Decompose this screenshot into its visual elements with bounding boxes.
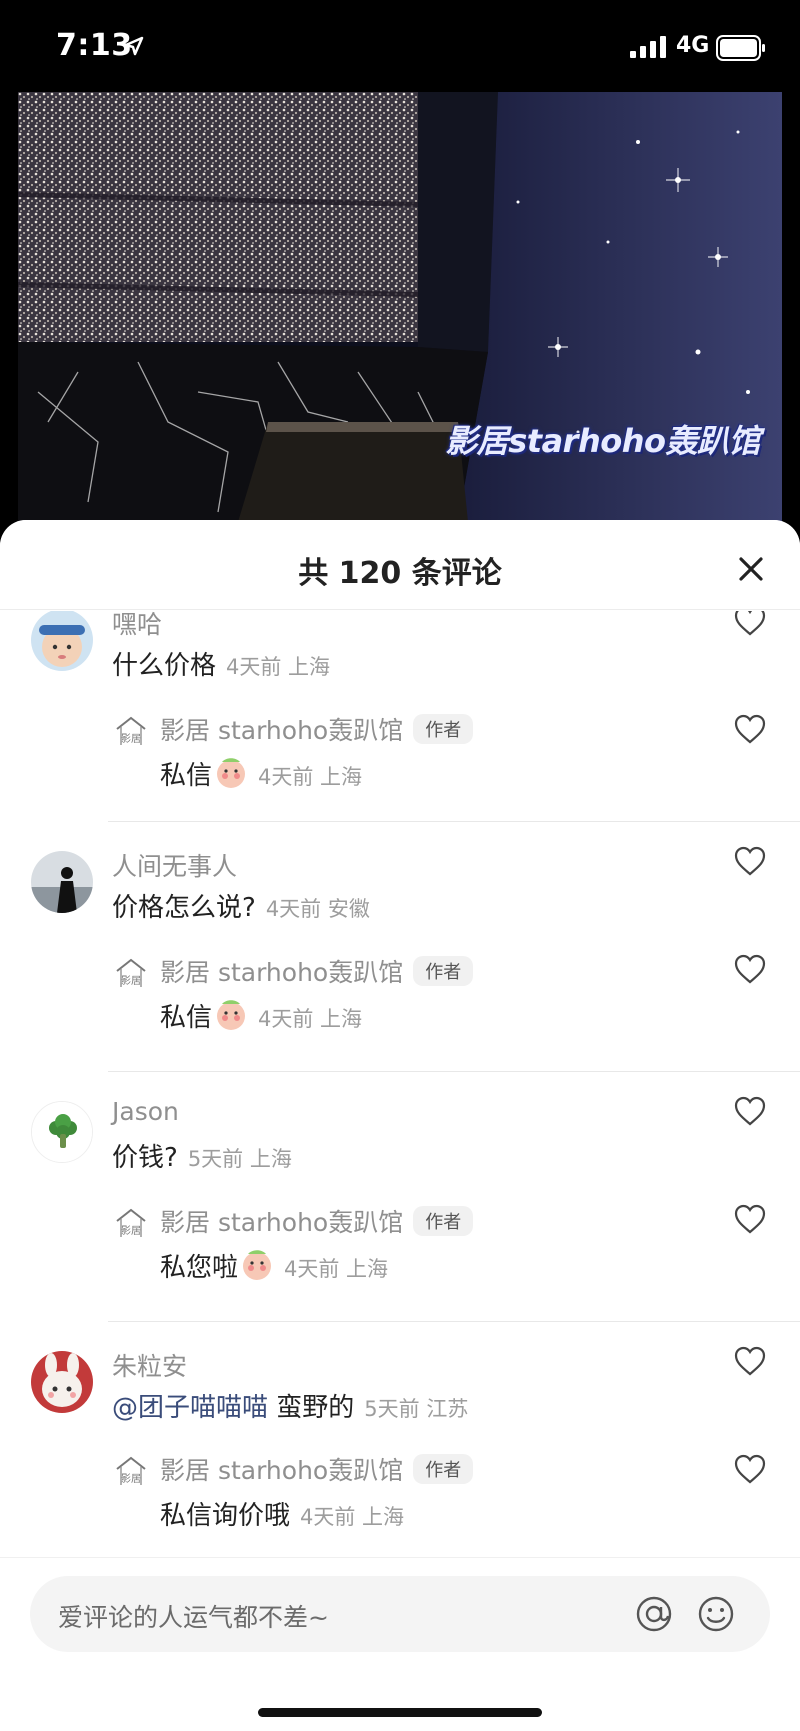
reply-author[interactable]: 影居 starhoho轰趴馆 作者	[160, 711, 474, 747]
avatar[interactable]	[31, 611, 93, 671]
reply-text[interactable]: 私信 4天前 上海	[160, 997, 362, 1034]
close-icon[interactable]	[732, 550, 770, 588]
house-logo-icon[interactable]: 影居	[114, 1207, 148, 1241]
heart-icon[interactable]	[733, 845, 767, 877]
comment-text[interactable]: @团子喵喵喵 蛮野的 5天前 江苏	[112, 1387, 468, 1424]
comment-body: 蛮野的	[268, 1393, 355, 1423]
status-time: 7:13	[56, 28, 133, 63]
reply-text[interactable]: 私信 4天前 上海	[160, 755, 362, 792]
comment-text[interactable]: 价格怎么说? 4天前 安徽	[112, 887, 370, 924]
comment-thread: Jason 价钱? 5天前 上海 影居 影居 starhoho轰趴馆 作者 私您啦 4…	[0, 1071, 800, 1322]
author-name[interactable]: 嘿哈	[112, 611, 162, 641]
reply-author[interactable]: 影居 starhoho轰趴馆 作者	[160, 1203, 474, 1239]
video-player[interactable]: 影居starhoho轰趴馆	[18, 92, 782, 522]
comment-input[interactable]: 爱评论的人运气都不差~	[30, 1576, 770, 1652]
heart-icon[interactable]	[733, 953, 767, 985]
author-badge: 作者	[413, 1454, 474, 1484]
signal-strength-icon	[630, 36, 666, 58]
blushing-emoji-icon	[217, 1000, 246, 1030]
video-watermark: 影居starhoho轰趴馆	[445, 422, 760, 460]
reply-body: 私信	[160, 761, 213, 791]
reply-meta: 4天前 上海	[258, 765, 363, 789]
heart-icon[interactable]	[733, 1095, 767, 1127]
reply-meta: 4天前 上海	[284, 1257, 389, 1281]
svg-text:影居: 影居	[121, 975, 141, 987]
status-bar: 7:13 4G	[0, 0, 800, 92]
reply-body: 私信询价哦	[160, 1501, 291, 1531]
house-logo-icon[interactable]: 影居	[114, 957, 148, 991]
heart-icon[interactable]	[733, 1203, 767, 1235]
avatar[interactable]	[31, 1351, 93, 1413]
reply-meta: 4天前 上海	[258, 1007, 363, 1031]
reply-meta: 4天前 上海	[300, 1505, 405, 1529]
heart-icon[interactable]	[733, 611, 767, 637]
heart-icon[interactable]	[733, 1453, 767, 1485]
house-logo-icon[interactable]: 影居	[114, 715, 148, 749]
comments-count-title: 共 120 条评论	[298, 556, 502, 591]
svg-text:影居: 影居	[121, 1225, 141, 1237]
reply-author-name: 影居 starhoho轰趴馆	[160, 958, 404, 987]
at-sign-icon[interactable]	[634, 1594, 674, 1634]
comment-meta: 5天前 上海	[187, 1147, 292, 1171]
svg-text:影居: 影居	[121, 1473, 141, 1485]
author-name[interactable]: 人间无事人	[112, 847, 237, 883]
author-badge: 作者	[413, 714, 474, 744]
mention-link[interactable]: @团子喵喵喵	[112, 1393, 268, 1423]
comment-thread: 人间无事人 价格怎么说? 4天前 安徽 影居 影居 starhoho轰趴馆 作者 私…	[0, 821, 800, 1072]
battery-icon	[716, 35, 765, 61]
comment-meta: 4天前 安徽	[265, 897, 370, 921]
author-name[interactable]: Jason	[112, 1097, 179, 1126]
comment-list[interactable]: 嘿哈 什么价格 4天前 上海 影居 影居 starhoho轰趴馆 作者 私信 4天前 …	[0, 611, 800, 1573]
comment-input-bar: 爱评论的人运气都不差~	[0, 1557, 800, 1731]
comments-header: 共 120 条评论	[0, 520, 800, 610]
blushing-emoji-icon	[243, 1250, 272, 1280]
avatar[interactable]	[31, 851, 93, 913]
comment-thread: 朱粒安 @团子喵喵喵 蛮野的 5天前 江苏 影居 影居 starhoho轰趴馆 作者…	[0, 1321, 800, 1571]
input-placeholder: 爱评论的人运气都不差~	[58, 1603, 329, 1632]
home-indicator[interactable]	[258, 1708, 542, 1717]
reply-author-name: 影居 starhoho轰趴馆	[160, 716, 404, 745]
comment-text[interactable]: 什么价格 4天前 上海	[112, 645, 330, 682]
comment-body: 价钱?	[112, 1143, 178, 1173]
reply-text[interactable]: 私信询价哦 4天前 上海	[160, 1495, 404, 1532]
avatar[interactable]	[31, 1101, 93, 1163]
comment-body: 什么价格	[112, 651, 217, 681]
author-badge: 作者	[413, 956, 474, 986]
heart-icon[interactable]	[733, 713, 767, 745]
reply-author-name: 影居 starhoho轰趴馆	[160, 1456, 404, 1485]
comment-meta: 5天前 江苏	[364, 1397, 469, 1421]
comments-sheet: 共 120 条评论 嘿哈 什么价格 4天前 上海 影居 影居 starhoho轰…	[0, 520, 800, 1731]
comment-body: 价格怎么说?	[112, 893, 256, 923]
house-logo-icon[interactable]: 影居	[114, 1455, 148, 1489]
author-name[interactable]: 朱粒安	[112, 1347, 187, 1383]
reply-text[interactable]: 私您啦 4天前 上海	[160, 1247, 388, 1284]
reply-body: 私信	[160, 1003, 213, 1033]
reply-author-name: 影居 starhoho轰趴馆	[160, 1208, 404, 1237]
comment-text[interactable]: 价钱? 5天前 上海	[112, 1137, 292, 1174]
svg-text:影居: 影居	[121, 733, 141, 745]
reply-body: 私您啦	[160, 1253, 239, 1283]
smiley-icon[interactable]	[696, 1594, 736, 1634]
comment-meta: 4天前 上海	[226, 655, 331, 679]
blushing-emoji-icon	[217, 758, 246, 788]
location-arrow-icon	[124, 36, 144, 56]
heart-icon[interactable]	[733, 1345, 767, 1377]
reply-author[interactable]: 影居 starhoho轰趴馆 作者	[160, 1451, 474, 1487]
comment-thread: 嘿哈 什么价格 4天前 上海 影居 影居 starhoho轰趴馆 作者 私信 4天前 …	[0, 611, 800, 822]
reply-author[interactable]: 影居 starhoho轰趴馆 作者	[160, 953, 474, 989]
author-badge: 作者	[413, 1206, 474, 1236]
network-type: 4G	[676, 33, 710, 58]
